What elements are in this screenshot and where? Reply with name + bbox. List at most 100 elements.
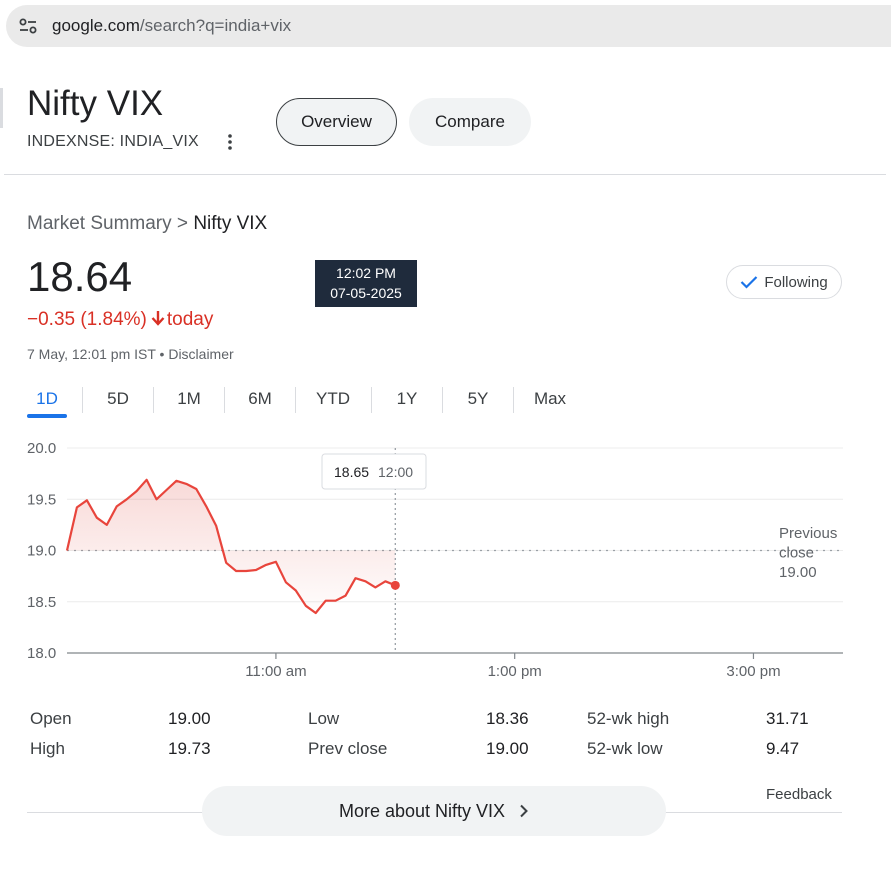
timestamp-disclaimer: 7 May, 12:01 pm IST • Disclaimer — [27, 346, 234, 362]
change-value: −0.35 (1.84%) — [27, 309, 147, 330]
range-tab-6m[interactable]: 6M — [240, 389, 280, 409]
range-tab-1d[interactable]: 1D — [27, 389, 67, 409]
following-label: Following — [764, 273, 828, 291]
site-settings-icon[interactable] — [19, 18, 37, 34]
breadcrumb: Market Summary > Nifty VIX — [27, 213, 267, 235]
more-options-icon[interactable] — [222, 131, 238, 153]
x-axis: 11:00 am 1:00 pm 3:00 pm — [67, 652, 843, 680]
series-point — [255, 569, 256, 570]
series-point — [116, 506, 117, 507]
breadcrumb-root[interactable]: Market Summary — [27, 213, 172, 234]
stat-label-52wk-high: 52-wk high — [587, 709, 670, 728]
x-tick-label: 1:00 pm — [488, 663, 542, 680]
series-point — [345, 595, 346, 596]
stat-value-low: 18.36 — [486, 709, 529, 728]
series-point — [136, 490, 137, 491]
series-point — [355, 578, 356, 579]
tooltip-time: 12:00 — [378, 464, 413, 480]
range-tab-5d[interactable]: 5D — [98, 389, 138, 409]
tab-divider — [295, 387, 296, 413]
hover-time-tooltip: 12:02 PM 07-05-2025 — [315, 260, 417, 307]
stat-value-52wk-high: 31.71 — [766, 709, 809, 728]
feedback-link[interactable]: Feedback — [766, 786, 832, 803]
y-axis-labels: 20.0 19.5 19.0 18.5 18.0 — [27, 440, 56, 662]
more-about-button[interactable]: More about Nifty VIX — [202, 786, 666, 836]
change-suffix: today — [166, 309, 214, 330]
range-tab-5y[interactable]: 5Y — [458, 389, 498, 409]
stat-value-prev-close: 19.00 — [486, 739, 529, 758]
series-point — [106, 524, 107, 525]
price-chart[interactable]: 20.0 19.5 19.0 18.5 18.0 11:00 am 1:00 pm 3:00… — [0, 430, 891, 690]
tab-divider — [224, 387, 225, 413]
y-tick-label: 19.5 — [27, 491, 56, 508]
series-point — [265, 564, 266, 565]
series-point — [226, 562, 227, 563]
stat-value-high: 19.73 — [168, 739, 211, 758]
series-point — [176, 480, 177, 481]
series-point — [245, 570, 246, 571]
y-tick-label: 20.0 — [27, 440, 56, 457]
address-url[interactable]: google.com/search?q=india+vix — [52, 16, 291, 36]
series-point — [66, 550, 67, 551]
breadcrumb-separator: > — [176, 213, 189, 234]
series-point — [156, 499, 157, 500]
following-button[interactable]: Following — [726, 265, 842, 299]
edge-marker — [0, 88, 3, 128]
series-point — [96, 517, 97, 518]
checkmark-icon — [741, 276, 758, 289]
tab-divider — [371, 387, 372, 413]
range-tab-1y[interactable]: 1Y — [387, 389, 427, 409]
stat-label-open: Open — [30, 709, 72, 728]
current-price: 18.64 — [27, 253, 133, 300]
previous-close-text: 19.00 — [779, 564, 817, 581]
stat-label-prev-close: Prev close — [308, 739, 388, 758]
tab-overview[interactable]: Overview — [276, 98, 397, 146]
tab-divider — [82, 387, 83, 413]
tab-divider — [153, 387, 154, 413]
tab-compare[interactable]: Compare — [409, 98, 531, 146]
hover-point — [390, 580, 400, 590]
price-change: −0.35 (1.84%) today — [27, 309, 213, 331]
range-tab-max[interactable]: Max — [530, 389, 570, 409]
series-point — [385, 581, 386, 582]
range-tab-ytd[interactable]: YTD — [311, 389, 355, 409]
stat-value-52wk-low: 9.47 — [766, 739, 800, 758]
series-point — [166, 489, 167, 490]
y-tick-label: 19.0 — [27, 543, 56, 560]
hover-time: 12:02 PM — [336, 265, 396, 281]
stat-label-low: Low — [308, 709, 340, 728]
x-tick-label: 11:00 am — [245, 663, 306, 680]
series-point — [216, 525, 217, 526]
previous-close-text: Previous — [779, 525, 837, 542]
series-point — [305, 605, 306, 606]
url-path: /search?q=india+vix — [139, 16, 292, 35]
series-point — [375, 587, 376, 588]
series-point — [335, 600, 336, 601]
previous-close-text: close — [779, 545, 814, 562]
stat-value-open: 19.00 — [168, 709, 211, 728]
series-point — [285, 582, 286, 583]
breadcrumb-current: Nifty VIX — [193, 213, 268, 234]
chart-tooltip: 18.65 12:00 — [321, 453, 427, 490]
series-point — [315, 612, 316, 613]
stat-label-high: High — [30, 739, 65, 758]
tab-divider — [442, 387, 443, 413]
header-divider — [4, 174, 886, 175]
y-tick-label: 18.5 — [27, 594, 56, 611]
range-tab-1m[interactable]: 1M — [169, 389, 209, 409]
series-point — [206, 506, 207, 507]
tooltip-value: 18.65 — [334, 464, 369, 480]
series-point — [325, 600, 326, 601]
series-point — [365, 581, 366, 582]
ticker-symbol: INDEXNSE: INDIA_VIX — [27, 133, 199, 150]
series-point — [196, 488, 197, 489]
hover-date: 07-05-2025 — [330, 285, 402, 301]
series-point — [126, 499, 127, 500]
series-point — [236, 570, 237, 571]
series-point — [76, 507, 77, 508]
series-point — [275, 561, 276, 562]
more-about-label: More about Nifty VIX — [338, 800, 506, 821]
url-host: google.com — [52, 16, 140, 35]
y-tick-label: 18.0 — [27, 645, 56, 662]
active-tab-indicator — [27, 414, 67, 418]
